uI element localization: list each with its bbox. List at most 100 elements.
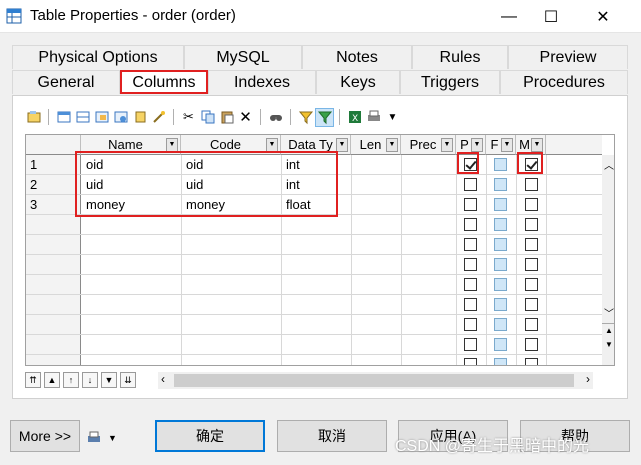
chevron-right-icon[interactable]: › [586, 372, 590, 386]
tab-columns[interactable]: Columns [120, 70, 208, 94]
chevron-down-icon[interactable]: ▼ [166, 137, 178, 152]
tab-mysql[interactable]: MySQL [184, 45, 302, 69]
tab-procedures[interactable]: Procedures [500, 70, 628, 94]
minimize-icon[interactable]: — [486, 0, 532, 33]
row-number[interactable] [26, 255, 81, 275]
mandatory-checkbox[interactable] [525, 198, 538, 211]
filter-icon[interactable] [297, 109, 314, 126]
tab-rules[interactable]: Rules [412, 45, 508, 69]
more-button[interactable]: More >> [10, 420, 80, 452]
mandatory-checkbox[interactable] [525, 358, 538, 365]
wand-icon[interactable] [150, 109, 167, 126]
move-bottom-icon[interactable]: ⇊ [120, 372, 136, 388]
primary-key-checkbox[interactable] [464, 198, 477, 211]
properties-icon[interactable] [25, 109, 42, 126]
mandatory-checkbox[interactable] [525, 318, 538, 331]
copy-icon[interactable] [199, 109, 216, 126]
move-down-icon[interactable]: ↓ [82, 372, 98, 388]
delete-icon[interactable]: ✕ [237, 109, 254, 126]
tab-preview[interactable]: Preview [508, 45, 628, 69]
row-number[interactable] [26, 335, 81, 355]
row-number[interactable] [26, 275, 81, 295]
scroll-bottom-icon[interactable]: ▼ [602, 338, 614, 352]
cancel-button[interactable]: 取消 [277, 420, 387, 452]
row-number[interactable]: 3 [26, 195, 81, 215]
ok-button[interactable]: 确定 [155, 420, 265, 452]
primary-key-checkbox[interactable] [464, 258, 477, 271]
customize-columns-filter-icon[interactable] [315, 107, 334, 127]
chevron-down-icon[interactable]: ▼ [501, 137, 513, 152]
chevron-down-icon[interactable]: ▼ [441, 137, 453, 152]
column-header-length[interactable]: Len ▼ [351, 135, 401, 155]
move-top-icon[interactable]: ⇈ [25, 372, 41, 388]
mandatory-checkbox[interactable] [525, 178, 538, 191]
move-up-icon[interactable]: ↑ [63, 372, 79, 388]
primary-key-checkbox[interactable] [464, 278, 477, 291]
foreign-key-checkbox[interactable] [494, 158, 507, 171]
primary-key-checkbox[interactable] [464, 358, 477, 365]
row-number[interactable] [26, 315, 81, 335]
chevron-up-icon[interactable]: ︿ [604, 157, 614, 172]
row-number[interactable] [26, 215, 81, 235]
print-icon[interactable] [365, 109, 382, 126]
grid-vertical-scrollbar[interactable]: ︿ ﹀ ▲ ▼ [602, 155, 614, 365]
primary-key-checkbox[interactable] [464, 338, 477, 351]
find-icon[interactable] [267, 109, 284, 126]
scroll-top-icon[interactable]: ▲ [602, 324, 614, 338]
insert-row-icon[interactable] [74, 109, 91, 126]
excel-export-icon[interactable]: X [346, 109, 363, 126]
chevron-down-icon[interactable]: ▼ [384, 109, 401, 126]
foreign-key-checkbox[interactable] [494, 298, 507, 311]
column-header-precision[interactable]: Prec ▼ [401, 135, 456, 155]
column-header-foreign[interactable]: F ▼ [486, 135, 516, 155]
move-page-down-icon[interactable]: ▼ [101, 372, 117, 388]
chevron-down-icon[interactable]: ▼ [336, 137, 348, 152]
chevron-down-icon[interactable]: ▼ [386, 137, 398, 152]
add-row-icon[interactable] [55, 109, 72, 126]
primary-key-checkbox[interactable] [464, 318, 477, 331]
rule-icon[interactable] [131, 109, 148, 126]
tab-indexes[interactable]: Indexes [208, 70, 316, 94]
primary-key-checkbox[interactable] [464, 238, 477, 251]
foreign-key-checkbox[interactable] [494, 338, 507, 351]
mandatory-checkbox[interactable] [525, 298, 538, 311]
add-columns-icon[interactable] [93, 109, 110, 126]
add-domain-icon[interactable] [112, 109, 129, 126]
foreign-key-checkbox[interactable] [494, 218, 507, 231]
mandatory-checkbox[interactable] [525, 278, 538, 291]
cut-icon[interactable]: ✂ [180, 109, 197, 126]
maximize-icon[interactable]: ☐ [528, 0, 574, 33]
row-number[interactable] [26, 235, 81, 255]
chevron-down-icon[interactable]: ▼ [266, 137, 278, 152]
row-number[interactable]: 2 [26, 175, 81, 195]
foreign-key-checkbox[interactable] [494, 238, 507, 251]
mandatory-checkbox[interactable] [525, 338, 538, 351]
tab-notes[interactable]: Notes [302, 45, 412, 69]
tab-physical-options[interactable]: Physical Options [12, 45, 184, 69]
primary-key-checkbox[interactable] [464, 298, 477, 311]
primary-key-checkbox[interactable] [464, 218, 477, 231]
chevron-down-icon[interactable]: ▼ [531, 137, 543, 152]
tab-keys[interactable]: Keys [316, 70, 400, 94]
paste-icon[interactable] [218, 109, 235, 126]
foreign-key-checkbox[interactable] [494, 258, 507, 271]
tab-triggers[interactable]: Triggers [400, 70, 500, 94]
primary-key-checkbox[interactable] [464, 178, 477, 191]
chevron-down-icon[interactable]: ﹀ [604, 305, 614, 320]
printer-menu-button[interactable]: ▼ [86, 428, 126, 448]
chevron-down-icon[interactable]: ▼ [471, 137, 483, 152]
row-number[interactable]: 1 [26, 155, 81, 175]
row-number[interactable] [26, 295, 81, 315]
mandatory-checkbox[interactable] [525, 238, 538, 251]
mandatory-checkbox[interactable] [525, 258, 538, 271]
foreign-key-checkbox[interactable] [494, 358, 507, 365]
foreign-key-checkbox[interactable] [494, 278, 507, 291]
mandatory-checkbox[interactable] [525, 218, 538, 231]
close-icon[interactable]: ✕ [580, 0, 626, 33]
foreign-key-checkbox[interactable] [494, 178, 507, 191]
move-page-up-icon[interactable]: ▲ [44, 372, 60, 388]
chevron-left-icon[interactable]: ‹ [161, 372, 165, 386]
scroll-thumb[interactable] [174, 374, 574, 387]
tab-general[interactable]: General [12, 70, 120, 94]
foreign-key-checkbox[interactable] [494, 198, 507, 211]
